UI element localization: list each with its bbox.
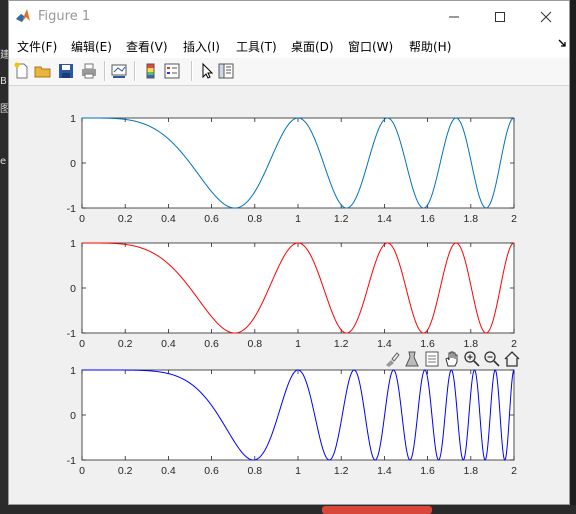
x-tick-label: 1.4 — [377, 338, 392, 350]
x-tick-label: 0 — [79, 338, 85, 350]
x-tick-label: 0.6 — [204, 338, 219, 350]
x-tick-label: 0.2 — [118, 338, 133, 350]
x-tick-label: 0 — [79, 465, 85, 477]
y-tick-label: -1 — [67, 455, 76, 467]
x-tick-label: 1.2 — [334, 465, 349, 477]
x-tick-label: 0.8 — [247, 213, 262, 225]
x-tick-label: 0.4 — [161, 338, 176, 350]
background-taskbar — [0, 505, 576, 514]
x-tick-label: 0.2 — [118, 465, 133, 477]
x-tick-label: 1.2 — [334, 338, 349, 350]
x-tick-label: 0.4 — [161, 213, 176, 225]
x-tick-label: 0.6 — [204, 465, 219, 477]
x-tick-label: 1.6 — [420, 213, 435, 225]
background-red-bar — [322, 506, 432, 514]
x-tick-label: 1 — [295, 213, 301, 225]
y-tick-label: -1 — [67, 328, 76, 340]
axes-1-box — [81, 117, 515, 209]
y-tick-label: 1 — [70, 365, 76, 377]
x-tick-label: 0 — [79, 213, 85, 225]
x-tick-label: 1 — [295, 338, 301, 350]
axes-2-box — [81, 242, 515, 334]
y-tick-label: 0 — [70, 283, 76, 295]
x-tick-label: 0.2 — [118, 213, 133, 225]
x-tick-label: 2 — [511, 465, 517, 477]
y-tick-label: 1 — [70, 113, 76, 125]
y-tick-label: -1 — [67, 203, 76, 215]
x-tick-label: 1.2 — [334, 213, 349, 225]
x-tick-label: 0.8 — [247, 338, 262, 350]
x-tick-label: 1.8 — [463, 465, 478, 477]
x-tick-label: 2 — [511, 213, 517, 225]
axes-3-box — [81, 369, 515, 461]
x-tick-label: 1.6 — [420, 338, 435, 350]
x-tick-label: 1 — [295, 465, 301, 477]
plot-area: 0 0.2 0.4 0.6 0.8 1 1.2 1.4 1.6 1.8 210-10 0.2 0.4 0.… — [67, 113, 517, 477]
x-tick-label: 1.4 — [377, 213, 392, 225]
x-tick-label: 1.4 — [377, 465, 392, 477]
x-tick-label: 1.8 — [463, 213, 478, 225]
x-tick-label: 1.6 — [420, 465, 435, 477]
y-tick-label: 1 — [70, 238, 76, 250]
x-tick-label: 0.4 — [161, 465, 176, 477]
x-tick-label: 1.8 — [463, 338, 478, 350]
x-tick-label: 0.8 — [247, 465, 262, 477]
y-tick-label: 0 — [70, 158, 76, 170]
y-tick-label: 0 — [70, 410, 76, 422]
x-tick-label: 2 — [511, 338, 517, 350]
x-tick-label: 0.6 — [204, 213, 219, 225]
